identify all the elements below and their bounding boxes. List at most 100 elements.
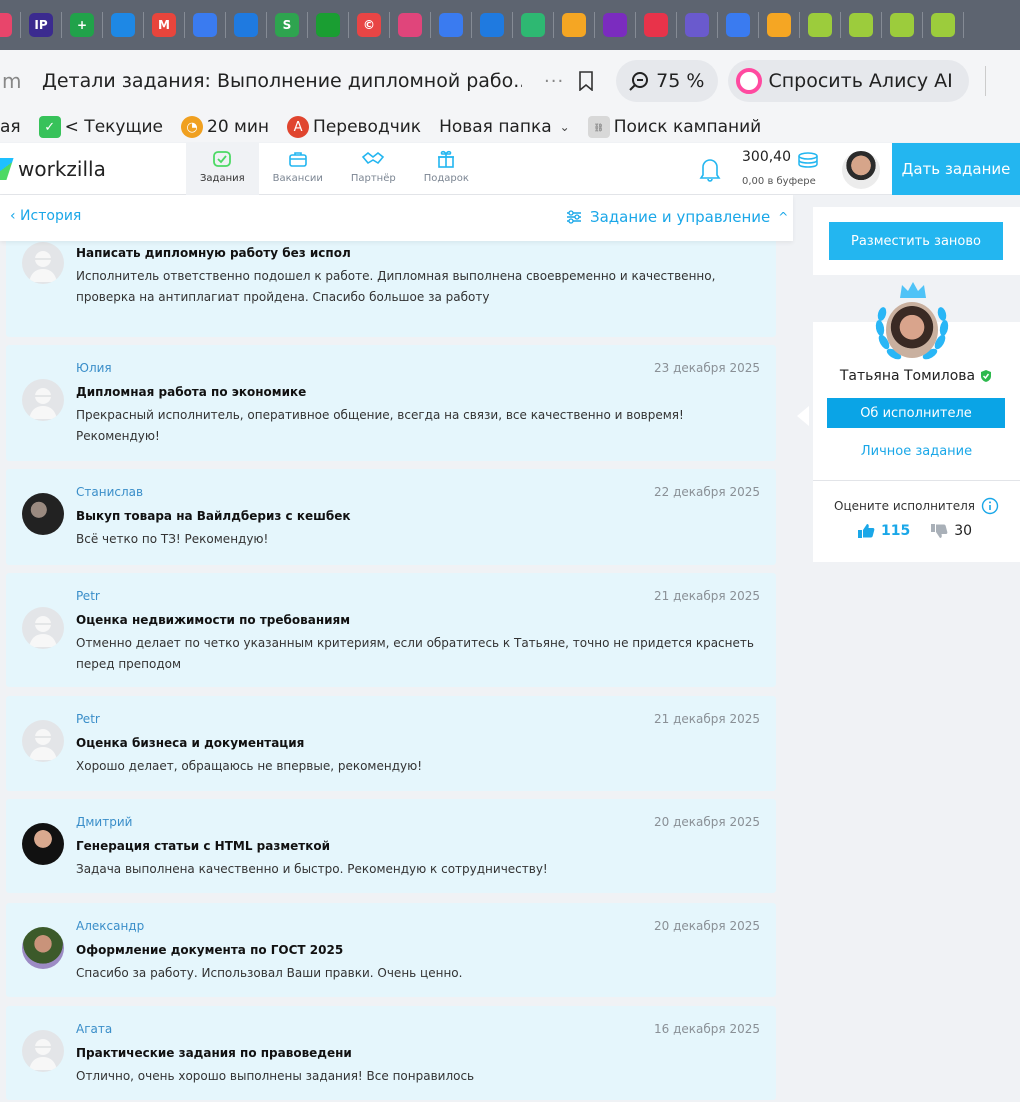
performer-avatar[interactable] — [886, 302, 938, 358]
divider — [553, 12, 554, 38]
reviewer-avatar[interactable] — [22, 379, 64, 421]
bookmark-icon[interactable] — [578, 71, 594, 91]
task-management-toggle[interactable]: Задание и управление ^ — [566, 208, 788, 226]
nav-tab-partner[interactable]: Партнёр — [337, 143, 410, 195]
buffer-amount: 0,00 в буфере — [742, 176, 816, 187]
review-card: Дмитрий 20 декабря 2025 Генерация статьи с… — [6, 799, 776, 893]
nav-tab-vacancies[interactable]: Вакансии — [259, 143, 337, 195]
circle-ext-icon[interactable] — [603, 13, 627, 37]
divider — [389, 12, 390, 38]
copyright-ext-icon[interactable]: © — [357, 13, 381, 37]
review-text: Исполнитель ответственно подошел к работ… — [76, 269, 716, 304]
nav-tab-tasks[interactable]: Задания — [186, 143, 259, 195]
reviewer-avatar[interactable] — [22, 242, 64, 284]
divider — [984, 66, 986, 96]
balance-amount[interactable]: 300,40 — [742, 149, 791, 165]
zoom-button[interactable]: 75 % — [616, 60, 719, 102]
s-ext-icon[interactable]: S — [275, 13, 299, 37]
review-task-title[interactable]: Оценка недвижимости по требованиям — [76, 613, 350, 627]
review-date: 21 декабря 2025 — [654, 589, 760, 603]
bell-icon[interactable] — [698, 155, 722, 183]
reviewer-name[interactable]: Станислав — [76, 485, 143, 499]
bookmark-item-current[interactable]: ✓ < Текущие — [38, 116, 163, 138]
bookmark-item-timer[interactable]: ◔ 20 мин — [181, 116, 269, 138]
history-back-link[interactable]: ‹ История — [10, 208, 81, 224]
about-performer-button[interactable]: Об исполнителе — [827, 398, 1005, 428]
docs2-ext-icon[interactable] — [439, 13, 463, 37]
divider — [102, 12, 103, 38]
reviewer-name[interactable]: Александр — [76, 919, 144, 933]
gmail-ext-icon[interactable]: M — [152, 13, 176, 37]
ask-alice-button[interactable]: Спросить Алису AI — [728, 60, 969, 102]
bookmark-item-campaign-search[interactable]: ⛓ Поиск кампаний — [587, 116, 761, 138]
page-tab-title[interactable]: Детали задания: Выполнение дипломной раб… — [42, 70, 522, 92]
thumbs-up-icon[interactable] — [857, 523, 875, 539]
docs3-ext-icon[interactable] — [726, 13, 750, 37]
user-avatar[interactable] — [842, 151, 880, 189]
ff-ext-icon-3[interactable] — [890, 13, 914, 37]
divider — [799, 12, 800, 38]
bookmark-folder-new[interactable]: Новая папка ⌄ — [439, 117, 570, 137]
reviewer-name[interactable]: Petr — [76, 712, 100, 726]
personal-task-link[interactable]: Личное задание — [813, 444, 1020, 459]
reviewer-avatar[interactable] — [22, 1030, 64, 1072]
virus-ext-icon[interactable] — [398, 13, 422, 37]
thumbs-down-icon[interactable] — [930, 523, 948, 539]
info-icon[interactable] — [981, 497, 999, 515]
divider — [676, 12, 677, 38]
reviewer-avatar[interactable] — [22, 927, 64, 969]
review-date: 21 декабря 2025 — [654, 712, 760, 726]
review-task-title[interactable]: Оценка бизнеса и документация — [76, 736, 304, 750]
review-task-title[interactable]: Дипломная работа по экономике — [76, 385, 306, 399]
reviewer-name[interactable]: Дмитрий — [76, 815, 132, 829]
divider — [307, 12, 308, 38]
lines-ext-icon[interactable] — [685, 13, 709, 37]
bookmark-item-partial[interactable]: ая — [0, 117, 21, 137]
dislikes-count: 30 — [954, 523, 973, 539]
docs-ext-icon[interactable] — [193, 13, 217, 37]
ff-ext-icon-1[interactable] — [808, 13, 832, 37]
dots-ext-icon[interactable] — [521, 13, 545, 37]
reviewer-avatar[interactable] — [22, 493, 64, 535]
reviewer-avatar[interactable] — [22, 823, 64, 865]
review-task-title[interactable]: Написать дипломную работу без испол — [76, 246, 351, 260]
coins-icon — [798, 152, 818, 168]
ff-ext-icon-4[interactable] — [931, 13, 955, 37]
workzilla-logo[interactable]: workzilla — [0, 157, 106, 181]
more-icon[interactable]: ··· — [544, 71, 564, 92]
review-task-title[interactable]: Оформление документа по ГОСТ 2025 — [76, 943, 343, 957]
review-task-title[interactable]: Практические задания по правоведени — [76, 1046, 352, 1060]
review-text: Задача выполнена качественно и быстро. Р… — [76, 862, 548, 876]
mail2-ext-icon[interactable] — [767, 13, 791, 37]
likes-count: 115 — [881, 523, 911, 539]
mail-ext-icon[interactable] — [562, 13, 586, 37]
plus-ext-icon[interactable]: + — [70, 13, 94, 37]
review-card: Petr 21 декабря 2025 Оценка недвижимости п… — [6, 573, 776, 687]
give-task-button[interactable]: Дать задание — [892, 143, 1020, 195]
url-fragment[interactable]: m — [0, 69, 30, 93]
reviewer-name[interactable]: Юлия — [76, 361, 112, 375]
repost-button[interactable]: Разместить заново — [829, 222, 1003, 260]
cloud-ext-icon[interactable] — [234, 13, 258, 37]
reviewer-avatar[interactable] — [22, 607, 64, 649]
divider — [922, 12, 923, 38]
star-ext-icon[interactable] — [644, 13, 668, 37]
download-ext-icon[interactable] — [316, 13, 340, 37]
review-text: Прекрасный исполнитель, оперативное обще… — [76, 408, 684, 443]
nav-tab-gift[interactable]: Подарок — [410, 143, 483, 195]
review-task-title[interactable]: Генерация статьи с HTML разметкой — [76, 839, 330, 853]
reviewer-name[interactable]: Petr — [76, 589, 100, 603]
heart-ext-icon[interactable] — [0, 13, 12, 37]
ff-ext-icon-2[interactable] — [849, 13, 873, 37]
briefcase-ext-icon[interactable] — [111, 13, 135, 37]
reviewer-name[interactable]: Агата — [76, 1022, 112, 1036]
bookmark-item-translator[interactable]: A Переводчик — [287, 116, 421, 138]
ip-ext-icon[interactable]: IP — [29, 13, 53, 37]
cloud2-ext-icon[interactable] — [480, 13, 504, 37]
divider — [963, 12, 964, 38]
reviewer-avatar[interactable] — [22, 720, 64, 762]
review-card: Агата 16 декабря 2025 Практические задания… — [6, 1006, 776, 1100]
performer-name[interactable]: Татьяна Томилова — [840, 368, 975, 384]
review-text: Спасибо за работу. Использовал Ваши прав… — [76, 966, 463, 980]
review-task-title[interactable]: Выкуп товара на Вайлдбериз с кешбек — [76, 509, 351, 523]
